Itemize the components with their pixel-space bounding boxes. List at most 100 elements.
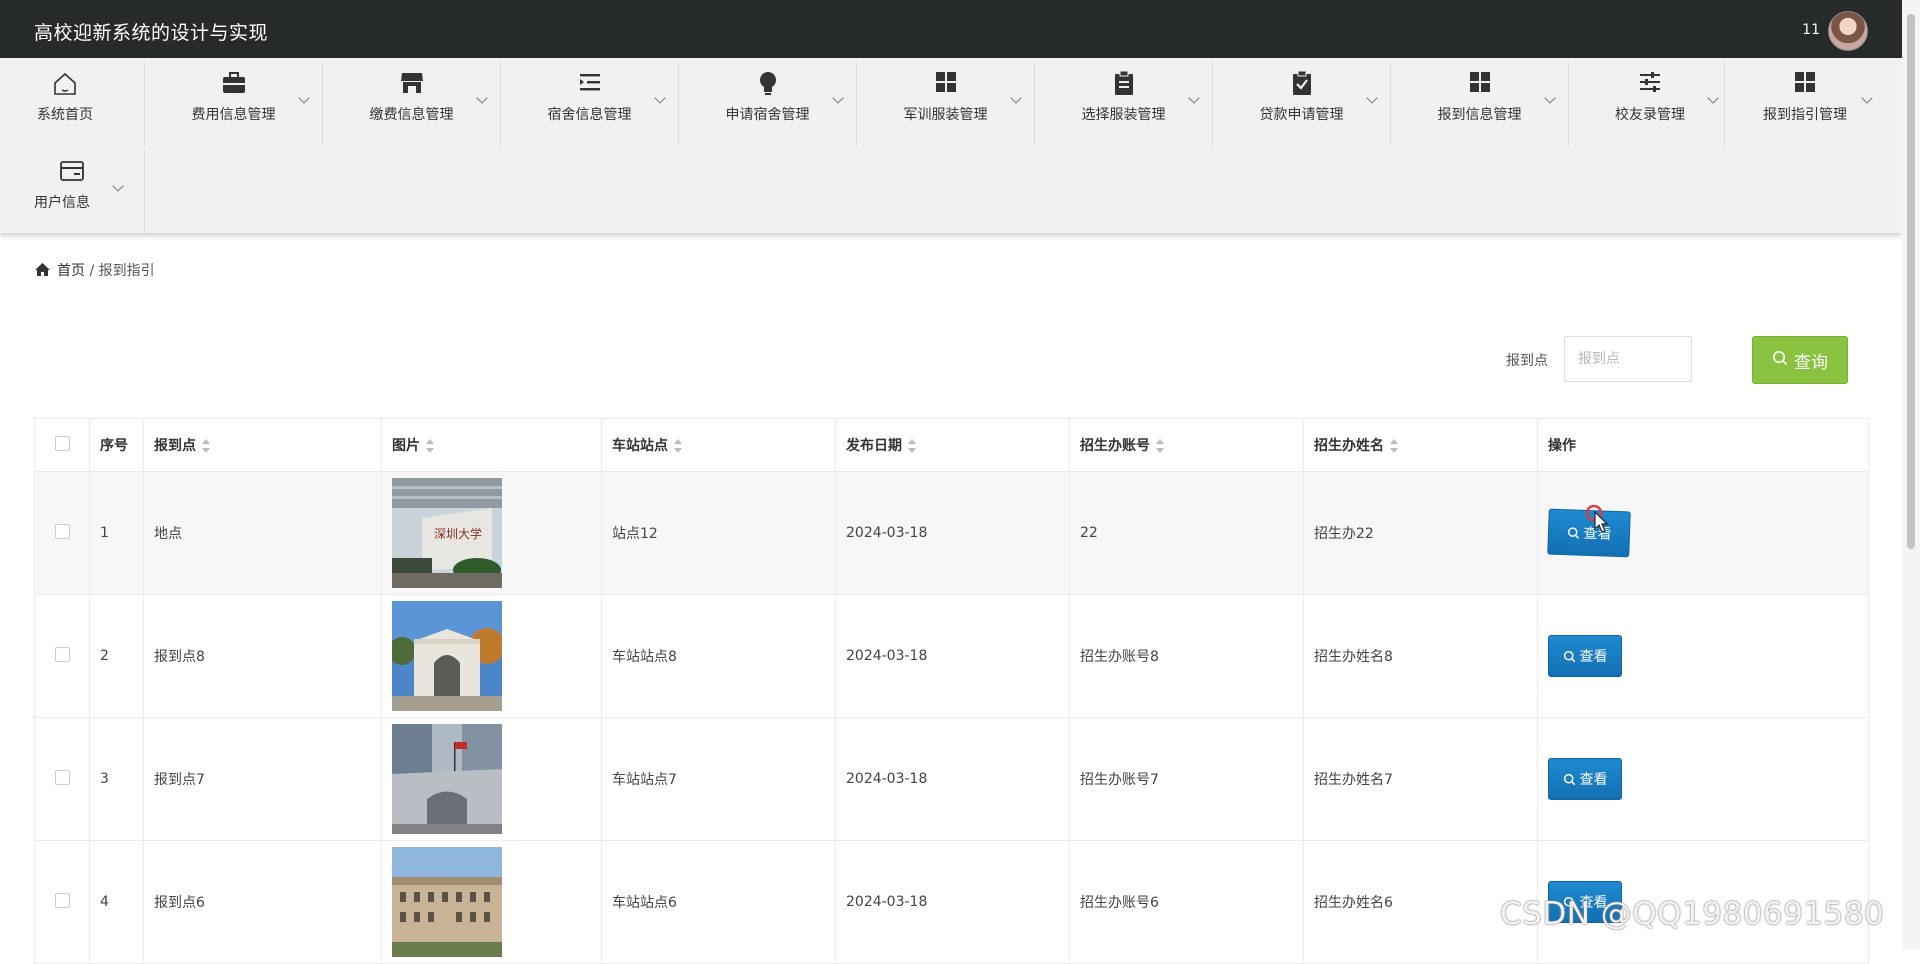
- home-icon: [0, 70, 130, 98]
- nav-item-dorm-info[interactable]: 宿舍信息管理: [501, 58, 678, 146]
- row-checkbox[interactable]: [54, 646, 70, 662]
- nav-label: 选择服装管理: [1081, 107, 1166, 123]
- cell-account: 22: [1069, 471, 1304, 595]
- nav-item-payment-info[interactable]: 缴费信息管理: [323, 58, 500, 146]
- grid-icon: [1725, 70, 1885, 98]
- top-header: 高校迎新系统的设计与实现 11: [0, 0, 1902, 58]
- sort-icon[interactable]: [1390, 439, 1398, 453]
- row-checkbox[interactable]: [54, 523, 70, 539]
- grid-icon: [857, 70, 1034, 98]
- sort-icon[interactable]: [426, 439, 434, 453]
- nav-item-dorm-apply[interactable]: 申请宿舍管理: [679, 58, 856, 146]
- cell-date: 2024-03-18: [835, 594, 1070, 718]
- cell-no: 1: [89, 471, 144, 595]
- cell-date: 2024-03-18: [835, 471, 1070, 595]
- svg-text:深圳大学: 深圳大学: [434, 526, 482, 541]
- app-title: 高校迎新系统的设计与实现: [34, 22, 269, 44]
- sort-icon[interactable]: [674, 439, 682, 453]
- bulb-icon: [679, 70, 856, 98]
- column-header-station[interactable]: 车站站点: [601, 418, 836, 472]
- location-image: [392, 847, 502, 957]
- view-button[interactable]: 查看: [1548, 635, 1622, 677]
- search-label: 报到点: [1506, 353, 1548, 369]
- watermark: CSDN @QQ1980691580: [1500, 896, 1885, 932]
- nav-item-fee-info[interactable]: 费用信息管理: [145, 58, 322, 146]
- data-table: 序号 报到点 图片 车站站点 发布日期 招生办账号 招生办姓名 操作 1 地点: [34, 418, 1869, 964]
- nav-label: 报到指引管理: [1763, 107, 1847, 123]
- cell-station: 站点12: [601, 471, 836, 595]
- cell-point: 报到点7: [143, 717, 382, 841]
- nav-label: 校友录管理: [1615, 107, 1685, 123]
- nav-label: 缴费信息管理: [369, 107, 454, 123]
- home-icon[interactable]: [34, 262, 51, 281]
- store-icon: [323, 70, 500, 98]
- search-icon: [1567, 526, 1579, 539]
- breadcrumb-current: 报到指引: [98, 263, 155, 279]
- view-button-label: 查看: [1579, 649, 1608, 665]
- view-button-label: 查看: [1579, 772, 1608, 788]
- user-name[interactable]: 11: [1802, 22, 1820, 38]
- view-button[interactable]: 查看: [1548, 758, 1622, 800]
- nav-label: 用户信息: [34, 195, 90, 211]
- card-icon: [0, 158, 144, 186]
- select-all-checkbox[interactable]: [54, 435, 70, 451]
- row-checkbox[interactable]: [54, 769, 70, 785]
- table-header-row: 序号 报到点 图片 车站站点 发布日期 招生办账号 招生办姓名 操作: [34, 418, 1869, 472]
- column-header-name[interactable]: 招生办姓名: [1303, 418, 1538, 472]
- cell-no: 4: [89, 840, 144, 964]
- cell-station: 车站站点6: [601, 840, 836, 964]
- breadcrumb: 首页 / 报到指引: [34, 260, 155, 281]
- nav-label: 宿舍信息管理: [547, 107, 632, 123]
- column-header-date[interactable]: 发布日期: [835, 418, 1070, 472]
- column-header: 操作: [1537, 418, 1869, 472]
- nav-item-checkin-guide[interactable]: 报到指引管理: [1725, 58, 1885, 146]
- cell-name: 招生办姓名8: [1303, 594, 1538, 718]
- sort-icon[interactable]: [1156, 439, 1164, 453]
- column-header-account[interactable]: 招生办账号: [1069, 418, 1304, 472]
- nav-item-uniform[interactable]: 军训服装管理: [857, 58, 1034, 146]
- cell-account: 招生办账号6: [1069, 840, 1304, 964]
- table-row: 3 报到点7 车站站点7 2024-03-18 招生办账号7 招生办姓名7 查看: [34, 717, 1869, 841]
- cell-date: 2024-03-18: [835, 840, 1070, 964]
- sort-icon[interactable]: [908, 439, 916, 453]
- column-header-point[interactable]: 报到点: [143, 418, 382, 472]
- column-header-image[interactable]: 图片: [381, 418, 602, 472]
- location-image: [392, 601, 502, 711]
- breadcrumb-home[interactable]: 首页: [57, 263, 85, 279]
- nav-item-home[interactable]: 系统首页: [0, 58, 130, 146]
- nav-item-checkin-info[interactable]: 报到信息管理: [1391, 58, 1568, 146]
- cell-date: 2024-03-18: [835, 717, 1070, 841]
- cell-name: 招生办22: [1303, 471, 1538, 595]
- nav-label: 费用信息管理: [191, 107, 276, 123]
- search-button[interactable]: 查询: [1752, 336, 1848, 384]
- list-indent-icon: [501, 70, 678, 98]
- row-checkbox[interactable]: [54, 892, 70, 908]
- search-icon: [1563, 650, 1575, 662]
- cell-name: 招生办姓名7: [1303, 717, 1538, 841]
- nav-label: 报到信息管理: [1437, 107, 1522, 123]
- table-row: 2 报到点8 车站站点8 2024-03-18 招生办账号8 招生办姓名8 查看: [34, 594, 1869, 718]
- breadcrumb-separator: /: [89, 263, 95, 279]
- cell-account: 招生办账号7: [1069, 717, 1304, 841]
- location-image: [392, 724, 502, 834]
- column-header: 序号: [89, 418, 144, 472]
- mouse-cursor-icon: [1585, 504, 1612, 539]
- search-icon: [1563, 773, 1575, 785]
- nav-label: 贷款申请管理: [1259, 107, 1344, 123]
- search-input[interactable]: [1564, 336, 1692, 382]
- nav-item-alumni[interactable]: 校友录管理: [1569, 58, 1731, 146]
- sort-icon[interactable]: [202, 439, 210, 453]
- page-scrollbar[interactable]: [1902, 0, 1920, 950]
- scrollbar-thumb[interactable]: [1907, 14, 1915, 549]
- nav-item-choose-uniform[interactable]: 选择服装管理: [1035, 58, 1212, 146]
- cell-point: 报到点6: [143, 840, 382, 964]
- cell-point: 地点: [143, 471, 382, 595]
- avatar[interactable]: [1828, 11, 1868, 51]
- nav-item-loan[interactable]: 贷款申请管理: [1213, 58, 1390, 146]
- cell-no: 3: [89, 717, 144, 841]
- sliders-icon: [1569, 70, 1731, 98]
- search-button-label: 查询: [1794, 352, 1828, 373]
- nav-label: 军训服装管理: [903, 107, 988, 123]
- search-icon: [1772, 350, 1788, 371]
- nav-item-user-info[interactable]: 用户信息: [0, 146, 144, 234]
